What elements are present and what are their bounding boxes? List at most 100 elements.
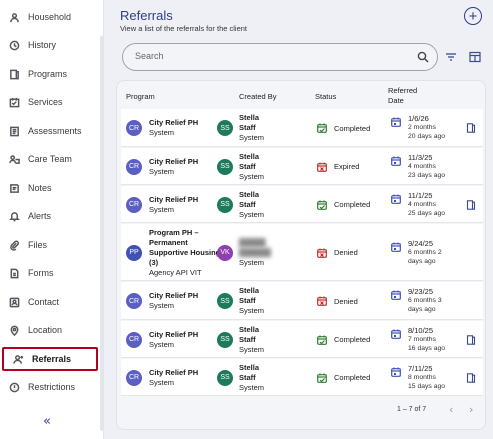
sidebar-item-services[interactable]: Services — [0, 90, 98, 114]
creator-avatar: SS — [217, 120, 233, 136]
program-source: System — [149, 128, 175, 137]
creator-source: System — [239, 306, 265, 315]
sidebar-item-household[interactable]: Household — [0, 5, 98, 29]
creator-avatar: SS — [217, 369, 233, 386]
calendar-icon — [391, 156, 401, 166]
status-cell: Completed — [317, 373, 370, 383]
creator-avatar: SS — [217, 158, 233, 175]
programs-icon — [0, 69, 28, 80]
sidebar-item-contact[interactable]: Contact — [0, 290, 98, 314]
creator-first-name: Stella — [239, 151, 260, 161]
history-icon — [0, 40, 28, 51]
referred-ago-line-1: 4 months — [408, 200, 436, 208]
program-name: City Relief PH — [149, 156, 199, 166]
creator-source: System — [239, 171, 265, 181]
table-row[interactable]: CR City Relief PH System SS Stella Staff Syste… — [121, 148, 483, 185]
sidebar-item-restrictions[interactable]: Restrictions — [0, 375, 98, 399]
program-name: City Relief PH — [149, 291, 199, 300]
table-row[interactable]: CR City Relief PH System SS Stella Staff Syste… — [121, 359, 483, 396]
program-avatar: PP — [126, 244, 142, 261]
status-cell: Denied — [317, 296, 358, 306]
program-details-icon[interactable] — [466, 372, 476, 383]
creator-name-redacted: ██████ — [239, 247, 271, 257]
calendar-icon — [391, 117, 401, 127]
program-details-icon[interactable] — [466, 123, 476, 133]
referred-ago-line-2: 25 days ago — [408, 209, 446, 217]
table-columns-icon[interactable] — [469, 51, 481, 63]
care-team-icon — [0, 154, 28, 165]
program-avatar: CR — [126, 158, 142, 175]
program-name-line: Permanent — [149, 237, 188, 247]
referred-date-cell: 11/1/25 4 months 25 days ago — [391, 191, 445, 218]
program-details-icon[interactable] — [466, 334, 476, 345]
referrals-table: Program Created By Status Referred Date … — [116, 80, 486, 430]
program-source: System — [149, 339, 175, 349]
sidebar-item-forms[interactable]: Forms — [0, 261, 98, 285]
table-row[interactable]: PP Program PH – Permanent Supportive Housin… — [121, 224, 483, 281]
creator-avatar: VK — [217, 244, 233, 261]
search-input[interactable] — [135, 51, 405, 61]
add-referral-button[interactable]: + — [464, 7, 482, 25]
sidebar-item-label: History — [28, 40, 57, 50]
sidebar-item-referrals[interactable]: Referrals — [2, 347, 98, 371]
sidebar-item-label: Restrictions — [28, 382, 76, 392]
pagination-label: 1 – 7 of 7 — [397, 406, 427, 413]
previous-page-button[interactable]: ‹ — [449, 403, 453, 416]
status-label: Denied — [334, 296, 358, 306]
page-subtitle: View a list of the referrals for the cli… — [120, 24, 248, 33]
table-row[interactable]: CR City Relief PH System SS Stella Staff Syste… — [121, 321, 483, 358]
status-calendar-icon — [317, 296, 327, 306]
sidebar-item-label: Programs — [28, 69, 68, 79]
referred-ago-line-1: 4 months — [408, 162, 436, 170]
next-page-button[interactable]: › — [469, 403, 473, 416]
created-by-cell: █████ ██████ System — [239, 238, 271, 268]
sidebar-item-alerts[interactable]: Alerts — [0, 204, 98, 228]
column-header-status[interactable]: Status — [315, 92, 336, 101]
calendar-icon — [391, 367, 401, 377]
sidebar-item-assessments[interactable]: Assessments — [0, 119, 98, 143]
calendar-icon — [391, 290, 401, 300]
created-by-cell: Stella Staff System — [239, 152, 264, 182]
table-row[interactable]: CR City Relief PH System SS Stella Staff Syste… — [121, 282, 483, 320]
calendar-icon — [391, 329, 401, 339]
sidebar-scrollbar[interactable] — [100, 36, 103, 431]
referred-date-cell: 7/11/25 8 months 15 days ago — [391, 364, 445, 391]
sidebar-item-files[interactable]: Files — [0, 233, 98, 257]
creator-last-name: Staff — [239, 334, 256, 344]
contact-icon — [0, 297, 28, 308]
sidebar-item-care-team[interactable]: Care Team — [0, 147, 98, 171]
status-label: Completed — [334, 373, 371, 382]
referred-ago-line-2: 20 days ago — [408, 133, 446, 140]
referred-date: 8/10/25 — [408, 325, 434, 335]
column-header-referred[interactable]: Referred — [388, 86, 417, 95]
created-by-cell: Stella Staff System — [239, 325, 264, 355]
sidebar-item-programs[interactable]: Programs — [0, 62, 98, 86]
referred-date: 11/3/25 — [408, 152, 433, 162]
column-header-created-by[interactable]: Created By — [239, 92, 277, 101]
table-row[interactable]: CR City Relief PH System SS Stella Staff Syste… — [121, 109, 483, 147]
program-name-line: Supportive Housing — [149, 247, 221, 257]
program-cell: City Relief PH System — [149, 330, 198, 350]
program-details-icon[interactable] — [466, 199, 476, 210]
sidebar-item-notes[interactable]: Notes — [0, 176, 98, 200]
sidebar-item-label: Location — [28, 325, 63, 335]
search-icon[interactable] — [417, 51, 429, 63]
sidebar-item-history[interactable]: History — [0, 33, 98, 57]
column-header-date[interactable]: Date — [388, 96, 404, 105]
column-header-program[interactable]: Program — [126, 92, 155, 101]
created-by-cell: Stella Staff System — [239, 190, 264, 220]
sidebar-item-location[interactable]: Location — [0, 318, 98, 342]
status-calendar-icon — [317, 123, 327, 133]
status-label: Expired — [334, 162, 360, 171]
filter-icon[interactable] — [445, 51, 457, 63]
status-calendar-icon — [317, 335, 327, 345]
referred-date-cell: 9/23/25 6 months 3 days ago — [391, 287, 442, 314]
collapse-sidebar-button[interactable]: « — [43, 414, 51, 429]
table-row[interactable]: CR City Relief PH System SS Stella Staff Syste… — [121, 186, 483, 223]
creator-source: System — [239, 344, 265, 354]
table-header: Program Created By Status Referred Date — [117, 81, 487, 109]
status-label: Denied — [334, 248, 358, 257]
program-avatar: CR — [126, 120, 142, 136]
status-calendar-icon — [317, 200, 327, 210]
created-by-cell: Stella Staff System — [239, 286, 264, 316]
